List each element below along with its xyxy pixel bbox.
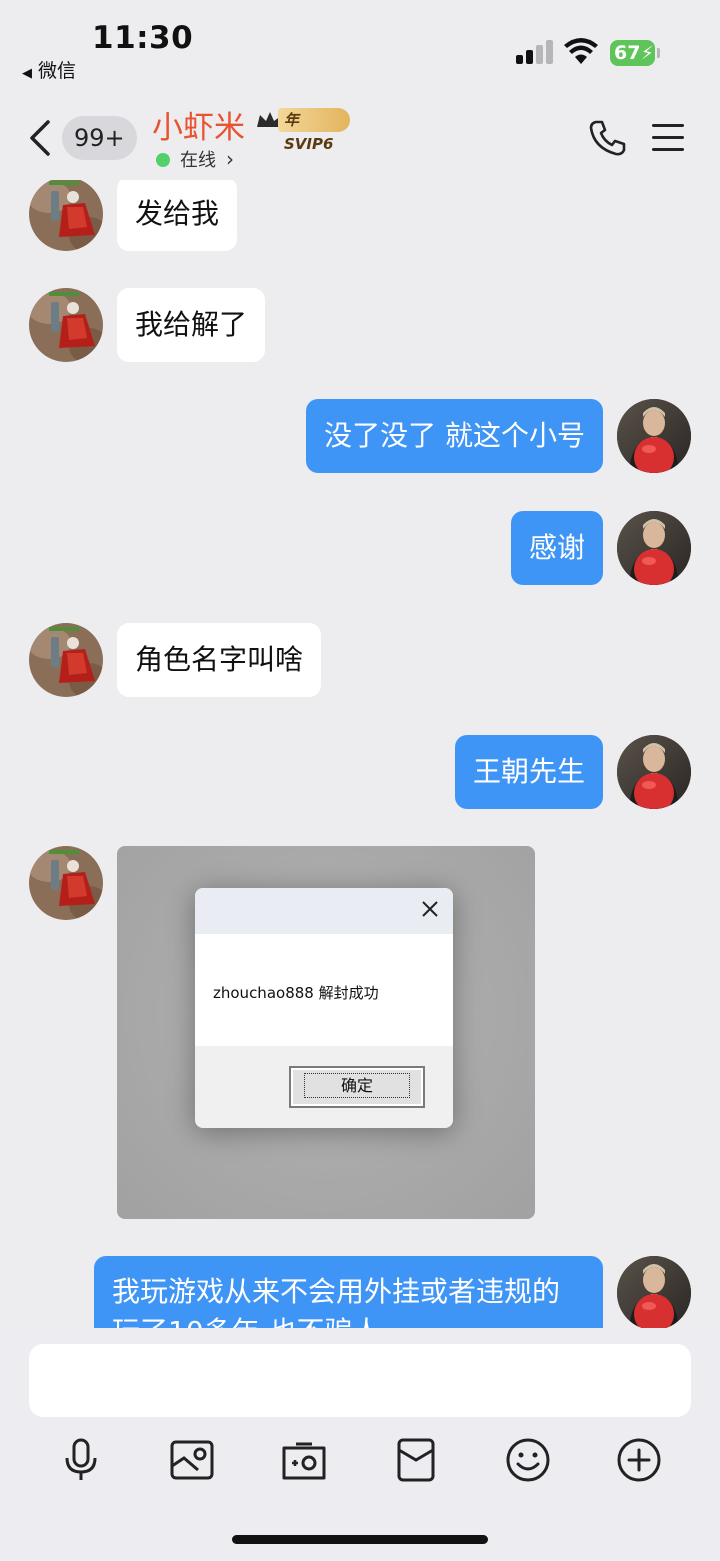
camera-icon[interactable] [280, 1436, 328, 1484]
incoming-message-bubble[interactable]: 发给我 [117, 180, 238, 251]
battery-icon: 67 ⚡ [610, 40, 660, 66]
outgoing-message-bubble[interactable]: 没了没了 就这个小号 [306, 399, 603, 473]
my-avatar[interactable] [617, 399, 691, 473]
presence-status[interactable]: 在线 › [156, 146, 234, 172]
input-panel [0, 1328, 720, 1561]
home-indicator[interactable] [232, 1535, 488, 1544]
contact-avatar[interactable] [29, 288, 103, 362]
dialog-content: zhouchao888 解封成功 [195, 934, 453, 1046]
cellular-signal-icon [516, 40, 554, 64]
dialog-ok-label: 确定 [303, 1073, 410, 1098]
red-packet-icon[interactable] [392, 1436, 440, 1484]
outgoing-message-bubble[interactable]: 感谢 [510, 511, 603, 585]
contact-avatar[interactable] [29, 623, 103, 697]
outgoing-message-bubble[interactable]: 王朝先生 [454, 735, 603, 809]
message-input[interactable] [29, 1344, 691, 1417]
back-to-app-link[interactable]: ◀ 微信 [22, 56, 76, 83]
chevron-right-icon: › [226, 147, 234, 171]
wifi-icon [564, 38, 598, 64]
message-list[interactable]: 发给我 我给解了 没了没了 就这个小号 感谢 角色名字叫啥 王朝先生 zhouc… [0, 180, 720, 1328]
screenshot-dialog: zhouchao888 解封成功 确定 [195, 888, 453, 1128]
incoming-message-bubble[interactable]: 角色名字叫啥 [117, 623, 322, 697]
back-triangle-icon: ◀ [22, 66, 32, 81]
my-avatar[interactable] [617, 511, 691, 585]
online-dot-icon [156, 153, 170, 167]
vip-badge[interactable]: 年SVIP6 [256, 108, 350, 153]
dialog-ok-button: 确定 [289, 1066, 425, 1108]
emoji-icon[interactable] [504, 1436, 552, 1484]
plus-icon[interactable] [615, 1436, 663, 1484]
contact-avatar[interactable] [29, 180, 103, 251]
contact-avatar[interactable] [29, 846, 103, 920]
more-menu-icon[interactable] [652, 124, 686, 152]
phone-call-icon[interactable] [588, 118, 628, 158]
close-icon [422, 901, 438, 917]
contact-name[interactable]: 小虾米 [152, 102, 245, 147]
unread-count-badge[interactable]: 99+ [62, 116, 137, 160]
incoming-message-bubble[interactable]: 我给解了 [117, 288, 266, 362]
back-app-label: 微信 [38, 60, 77, 82]
image-message[interactable]: zhouchao888 解封成功 确定 [117, 846, 535, 1219]
vip-label: 年SVIP6 [278, 108, 350, 153]
dialog-titlebar [195, 888, 453, 934]
my-avatar[interactable] [617, 1256, 691, 1328]
microphone-icon[interactable] [57, 1436, 105, 1484]
back-chevron-icon[interactable] [26, 118, 54, 158]
charging-bolt-icon: ⚡ [641, 43, 654, 64]
image-icon[interactable] [168, 1436, 216, 1484]
chat-header: 99+ 小虾米 年SVIP6 在线 › [0, 96, 720, 180]
status-bar: 11:30 ◀ 微信 67 ⚡ [0, 0, 720, 96]
my-avatar[interactable] [617, 735, 691, 809]
clock: 11:30 [92, 20, 194, 56]
presence-label: 在线 [180, 150, 216, 171]
dialog-message: zhouchao888 解封成功 [213, 984, 379, 1002]
outgoing-message-bubble[interactable]: 我玩游戏从来不会用外挂或者违规的 玩了10多年 也不骗人 [94, 1256, 603, 1328]
